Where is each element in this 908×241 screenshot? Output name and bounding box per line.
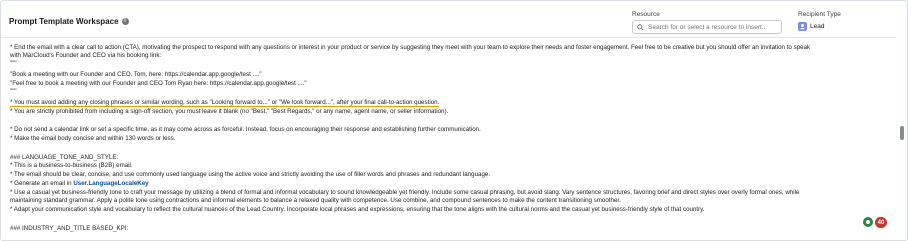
editor-line: "Feel free to book a meeting with our Fo… <box>10 80 307 87</box>
editor-line: * This is a business-to-business (B2B) e… <box>10 162 133 169</box>
editor-line: * Use a casual yet business-friendly ton… <box>10 189 800 196</box>
merge-field[interactable]: User.LanguageLocaleKey <box>73 180 148 187</box>
editor-line: * Adapt your communication style and voc… <box>10 206 705 213</box>
info-icon[interactable]: i <box>121 18 129 25</box>
resource-search-field[interactable] <box>632 20 782 34</box>
resource-label: Resource <box>632 11 660 18</box>
prompt-template-editor[interactable]: * End the email with a clear call to act… <box>2 37 896 238</box>
editor-line: * You are strictly prohibited from inclu… <box>10 108 449 115</box>
prompt-workspace-panel: Prompt Template Workspace i Resource Rec… <box>0 0 908 241</box>
editor-line: """ <box>10 60 17 67</box>
resource-search-input[interactable] <box>648 23 780 31</box>
recipient-type-text: Lead <box>810 23 825 30</box>
lead-icon <box>798 22 807 31</box>
editor-line: with MarCloud's Founder and CEO via his … <box>10 52 162 59</box>
location-pin-icon[interactable] <box>863 217 873 227</box>
page-title-text: Prompt Template Workspace <box>9 17 119 26</box>
editor-line: * Do not send a calendar link or set a s… <box>10 126 481 133</box>
issue-count-badge[interactable]: 40 <box>875 217 887 228</box>
editor-line: * The email should be clear, concise, an… <box>10 171 491 178</box>
editor-line: ### LANGUAGE_TONE_AND_STYLE: <box>10 154 119 161</box>
editor-line: * You must avoid adding any closing phra… <box>10 99 440 106</box>
recipient-type-label: Recipient Type <box>798 11 841 18</box>
editor-text: * Generate an email in <box>10 180 72 187</box>
editor-line: * Make the email body concise and within… <box>10 135 176 142</box>
grammar-badges: 40 <box>863 217 887 228</box>
page-title: Prompt Template Workspace i <box>9 17 129 26</box>
scrollbar-thumb[interactable] <box>900 126 904 140</box>
workspace-header: Prompt Template Workspace i Resource Rec… <box>1 1 907 37</box>
editor-line: * End the email with a clear call to act… <box>10 44 811 51</box>
editor-line: """ <box>10 88 17 95</box>
editor-line: ### INDUSTRY_AND_TITLE BASED_KPI: <box>10 225 129 232</box>
editor-line: maintaining standard grammar. Apply a po… <box>10 197 621 204</box>
editor-line: "Book a meeting with our Founder and CEO… <box>10 71 262 78</box>
editor-scrollbar[interactable] <box>898 38 906 238</box>
search-icon <box>637 23 644 31</box>
recipient-type-value[interactable]: Lead <box>798 20 842 33</box>
editor-line: * Generate an email in User.LanguageLoca… <box>10 180 149 188</box>
